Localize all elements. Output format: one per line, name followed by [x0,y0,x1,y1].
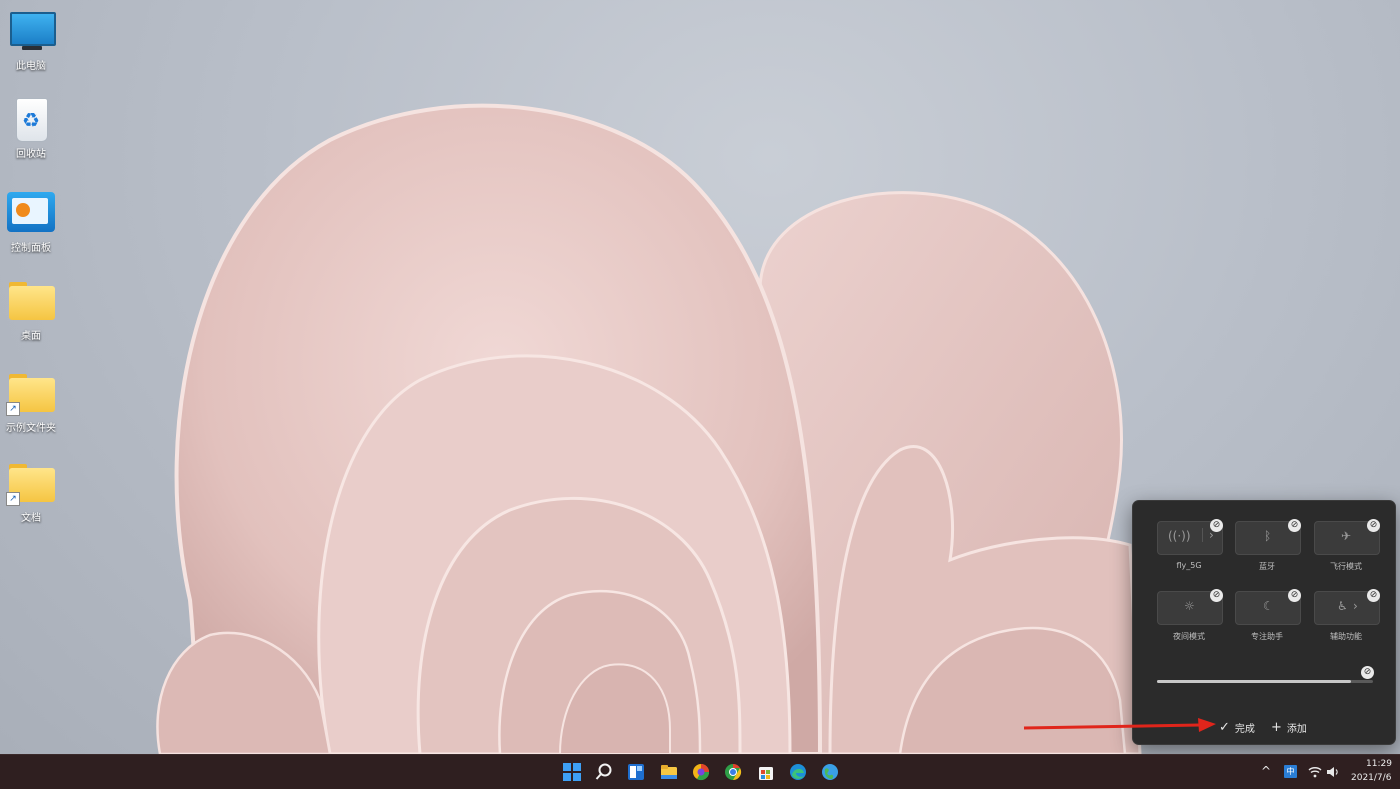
unpin-icon[interactable]: ⊘ [1367,589,1380,602]
annotation-arrow [1020,715,1220,735]
this-pc-icon [6,10,56,54]
desktop-icon-label: 回收站 [4,145,58,160]
airplane-icon: ✈ [1341,529,1351,543]
store-icon[interactable] [757,763,775,781]
tile-label: 辅助功能 [1314,631,1378,642]
desktop-icon-label: 示例文件夹 [4,419,58,434]
slider-fill [1157,680,1351,683]
start-icon[interactable] [563,763,581,781]
volume-icon[interactable] [1326,766,1340,778]
tile-label: 飞行模式 [1314,561,1378,572]
tile-label: 夜间模式 [1157,631,1221,642]
unpin-icon[interactable]: ⊘ [1210,589,1223,602]
desktop-icon-control-panel[interactable]: 控制面板 [4,192,58,254]
widgets-icon[interactable] [627,763,645,781]
add-label: 添加 [1287,720,1307,735]
tile-label: fly_5G [1157,561,1221,570]
night-light-icon: ☼ [1184,599,1195,613]
clock-time[interactable]: 11:29 [1366,759,1392,769]
desktop-icon-label: 此电脑 [4,57,58,72]
unpin-icon[interactable]: ⊘ [1367,519,1380,532]
desktop-icon-label: 文档 [4,509,58,524]
focus-assist-icon: ☾ [1263,599,1274,613]
desktop-icon-documents[interactable]: ↗ 文档 [4,462,58,524]
file-explorer-icon[interactable] [660,763,678,781]
control-panel-icon [6,192,56,236]
unpin-icon[interactable]: ⊘ [1288,519,1301,532]
folder-shortcut-icon: ↗ [6,462,56,506]
desktop-icon-recycle-bin[interactable]: ♻ 回收站 [4,98,58,160]
earth-icon[interactable] [821,763,839,781]
recycle-bin-icon: ♻ [6,98,56,142]
chrome-icon[interactable] [724,763,742,781]
desktop-icon-sample-folder[interactable]: ↗ 示例文件夹 [4,372,58,434]
clock-date[interactable]: 2021/7/6 [1351,773,1391,783]
desktop-icon-label: 桌面 [4,327,58,342]
folder-icon [6,280,56,324]
browser-icon[interactable] [692,763,710,781]
search-icon[interactable] [595,763,613,781]
chevron-right-icon: › [1353,599,1358,613]
tile-label: 蓝牙 [1235,561,1299,572]
wifi-icon[interactable] [1308,766,1322,778]
done-label: 完成 [1235,720,1255,735]
taskbar: ^ 中 11:29 2021/7/6 [0,754,1400,789]
desktop-icon-desktop-folder[interactable]: 桌面 [4,280,58,342]
unpin-icon[interactable]: ⊘ [1288,589,1301,602]
quick-settings-panel: ((·)) › fly_5G ⊘ ᛒ 蓝牙 ⊘ ✈ 飞行模式 ⊘ ☼ 夜间模式 … [1132,500,1396,745]
wifi-icon: ((·)) [1168,529,1191,543]
chevron-up-icon[interactable]: ^ [1261,764,1271,778]
slider-row[interactable] [1157,675,1373,687]
ime-indicator[interactable]: 中 [1284,765,1297,778]
edge-icon[interactable] [789,763,807,781]
bluetooth-icon: ᛒ [1264,529,1271,543]
tile-label: 专注助手 [1235,631,1299,642]
desktop-icon-this-pc[interactable]: 此电脑 [4,10,58,72]
checkmark-icon: ✓ [1219,720,1230,735]
plus-icon: + [1271,720,1282,735]
desktop-icon-label: 控制面板 [4,239,58,254]
add-button[interactable]: + 添加 [1271,720,1307,735]
unpin-icon[interactable]: ⊘ [1361,666,1374,679]
unpin-icon[interactable]: ⊘ [1210,519,1223,532]
folder-shortcut-icon: ↗ [6,372,56,416]
accessibility-icon: ♿ [1337,599,1348,613]
done-button[interactable]: ✓ 完成 [1219,720,1255,735]
